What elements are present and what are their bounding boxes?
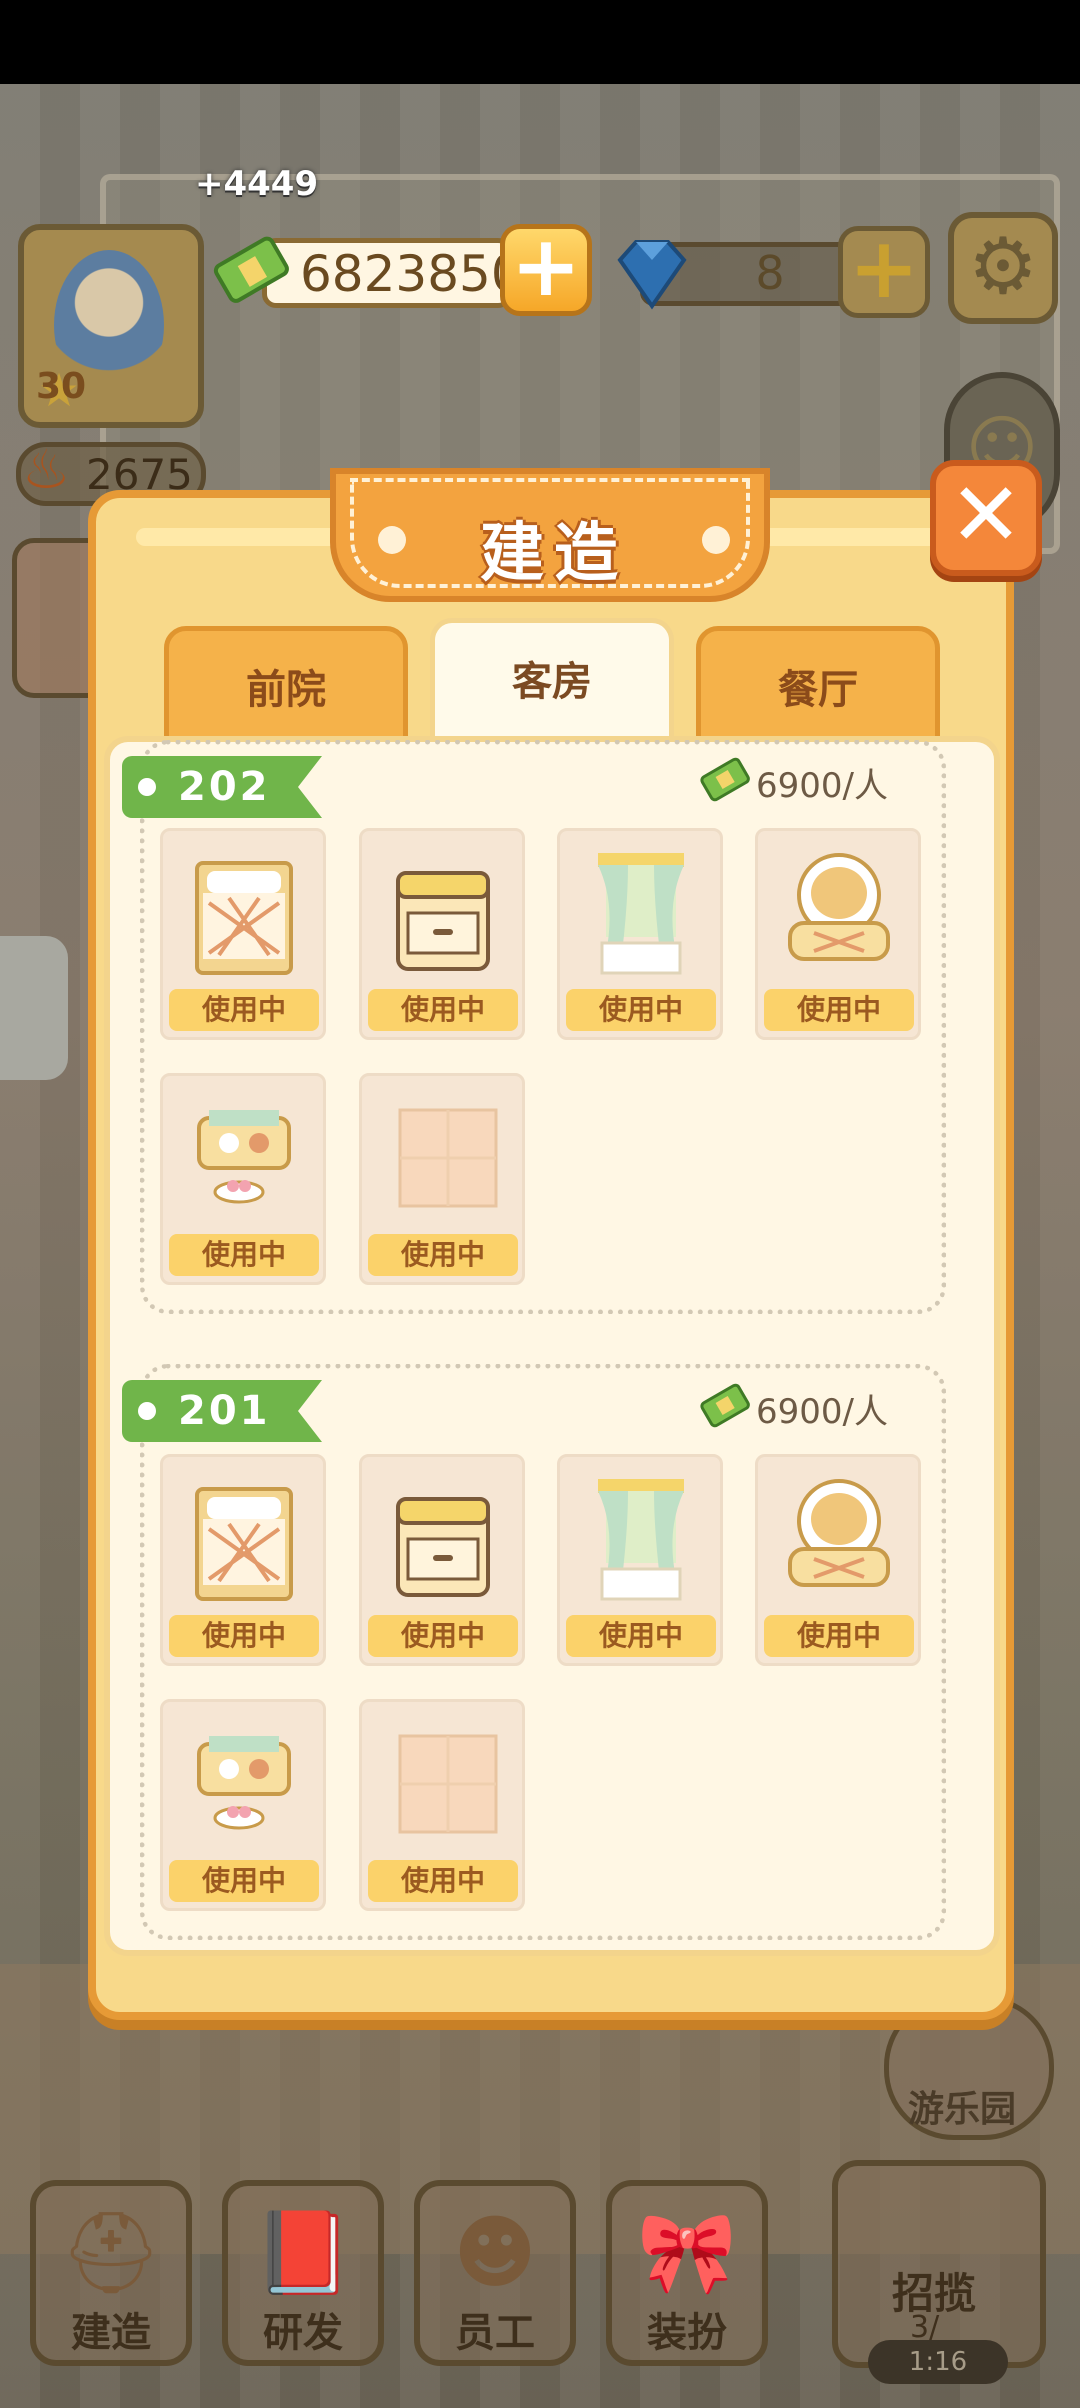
tab-front-yard[interactable]: 前院 <box>164 626 408 744</box>
nightstand-icon <box>396 871 490 971</box>
fire-icon: ♨ <box>22 438 71 501</box>
status-bar <box>0 0 1080 84</box>
room-price: 6900/人 <box>756 766 888 806</box>
nav-staff-label: 员工 <box>455 2310 535 2356</box>
in-use-status: 使用中 <box>368 1234 518 1276</box>
gem-value: 8 <box>755 246 785 300</box>
modal-title-plate: 建造 <box>330 468 770 602</box>
furniture-slot[interactable]: 使用中 <box>359 1454 525 1666</box>
room-number: 201 <box>178 1388 271 1434</box>
furniture-slot[interactable]: 使用中 <box>557 828 723 1040</box>
income-popup: +4449 <box>195 164 319 204</box>
in-use-status: 使用中 <box>764 989 914 1031</box>
furniture-slot[interactable]: 使用中 <box>160 1454 326 1666</box>
add-cash-button[interactable]: + <box>500 224 592 316</box>
amusement-park-label: 游乐园 <box>908 2089 1017 2130</box>
cash-icon <box>700 757 750 802</box>
nav-build-label: 建造 <box>71 2310 151 2356</box>
in-use-status: 使用中 <box>566 989 716 1031</box>
bow-icon: 🎀 <box>637 2206 737 2299</box>
add-gems-button[interactable]: + <box>838 226 930 318</box>
nav-research-label: 研发 <box>263 2310 343 2356</box>
furniture-slot[interactable]: 使用中 <box>755 1454 921 1666</box>
bed-icon <box>195 861 293 975</box>
title-dashed-border: 建造 <box>350 478 750 591</box>
in-use-status: 使用中 <box>764 1615 914 1657</box>
in-use-status: 使用中 <box>169 1234 319 1276</box>
hardhat-icon: ⛑ <box>60 2206 162 2299</box>
sofa-table-icon <box>197 1736 291 1830</box>
side-drawer-tab[interactable] <box>0 936 68 1080</box>
in-use-status: 使用中 <box>368 989 518 1031</box>
chef-icon: ☻ <box>453 2206 537 2299</box>
cash-icon <box>213 236 289 303</box>
modal-title: 建造 <box>480 517 628 591</box>
floor-tile-icon <box>398 1734 498 1834</box>
diamond-icon <box>617 240 687 310</box>
player-level: 30 <box>36 366 87 407</box>
ribbon-dot <box>138 778 156 796</box>
furniture-slot[interactable]: 使用中 <box>160 1699 326 1911</box>
ribbon-dot <box>138 1402 156 1420</box>
furniture-slot[interactable]: 使用中 <box>359 1699 525 1911</box>
armchair-icon <box>788 1479 890 1587</box>
room-ribbon: 202 <box>122 756 322 818</box>
floor-tile-icon <box>398 1108 498 1208</box>
furniture-slot[interactable]: 使用中 <box>359 1073 525 1285</box>
tab-guest-rooms[interactable]: 客房 <box>430 618 674 750</box>
recruit-timer: 1:16 <box>868 2340 1008 2384</box>
gear-icon[interactable]: ⚙ <box>948 212 1058 324</box>
in-use-status: 使用中 <box>368 1615 518 1657</box>
close-icon[interactable]: ✕ <box>930 460 1042 576</box>
furniture-slot[interactable]: 使用中 <box>557 1454 723 1666</box>
in-use-status: 使用中 <box>169 1860 319 1902</box>
sofa-table-icon <box>197 1110 291 1204</box>
furniture-slot[interactable]: 使用中 <box>359 828 525 1040</box>
book-icon: 📕 <box>253 2206 353 2299</box>
armchair-icon <box>788 853 890 961</box>
tab-restaurant[interactable]: 餐厅 <box>696 626 940 744</box>
cash-value: 6823850 <box>300 245 523 303</box>
window-curtain-icon <box>598 1479 684 1601</box>
room-number: 202 <box>178 764 271 810</box>
furniture-slot[interactable]: 使用中 <box>160 828 326 1040</box>
in-use-status: 使用中 <box>169 1615 319 1657</box>
room-price: 6900/人 <box>756 1392 888 1432</box>
furniture-slot[interactable]: 使用中 <box>160 1073 326 1285</box>
furniture-slot[interactable]: 使用中 <box>755 828 921 1040</box>
in-use-status: 使用中 <box>169 989 319 1031</box>
room-ribbon: 201 <box>122 1380 322 1442</box>
window-curtain-icon <box>598 853 684 975</box>
cash-icon <box>700 1383 750 1428</box>
nightstand-icon <box>396 1497 490 1597</box>
in-use-status: 使用中 <box>368 1860 518 1902</box>
bed-icon <box>195 1487 293 1601</box>
in-use-status: 使用中 <box>566 1615 716 1657</box>
nav-decor-label: 装扮 <box>647 2310 727 2356</box>
